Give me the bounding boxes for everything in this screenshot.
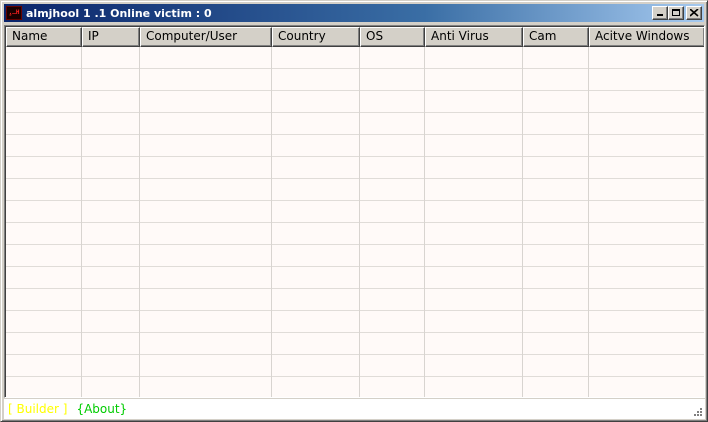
column-header-country[interactable]: Country bbox=[272, 27, 360, 47]
app-icon: ٍ.ـH bbox=[6, 6, 22, 20]
column-header-cam[interactable]: Cam bbox=[523, 27, 589, 47]
title-buttons bbox=[652, 6, 702, 20]
minimize-button[interactable] bbox=[652, 6, 668, 20]
grid-column-line bbox=[704, 47, 705, 397]
maximize-button[interactable] bbox=[668, 6, 684, 20]
resize-grip-icon[interactable] bbox=[691, 405, 703, 417]
grid-column-line bbox=[424, 47, 425, 397]
grid-column-line bbox=[588, 47, 589, 397]
grid-row-line bbox=[6, 68, 704, 69]
about-link[interactable]: {About} bbox=[76, 402, 127, 416]
builder-link[interactable]: [ Builder ] bbox=[8, 402, 67, 416]
column-header-computer-user[interactable]: Computer/User bbox=[140, 27, 272, 47]
main-window: ٍ.ـH almjhool 1 .1 Online victim : 0 Nam… bbox=[0, 0, 708, 422]
grid-row-line bbox=[6, 178, 704, 179]
close-button[interactable] bbox=[686, 6, 702, 20]
list-body[interactable] bbox=[6, 47, 704, 397]
grid-row-line bbox=[6, 244, 704, 245]
grid-row-line bbox=[6, 310, 704, 311]
victim-list[interactable]: Name IP Computer/User Country OS Anti Vi… bbox=[4, 25, 705, 398]
close-icon bbox=[690, 9, 699, 17]
grid-row-line bbox=[6, 354, 704, 355]
grid-row-line bbox=[6, 266, 704, 267]
column-header-os[interactable]: OS bbox=[360, 27, 425, 47]
grid-row-line bbox=[6, 156, 704, 157]
maximize-icon bbox=[672, 9, 680, 16]
grid-column-line bbox=[139, 47, 140, 397]
list-header: Name IP Computer/User Country OS Anti Vi… bbox=[6, 27, 704, 47]
grid-row-line bbox=[6, 288, 704, 289]
column-header-name[interactable]: Name bbox=[6, 27, 82, 47]
grid-column-line bbox=[522, 47, 523, 397]
grid-row-line bbox=[6, 134, 704, 135]
grid-row-line bbox=[6, 200, 704, 201]
column-header-ip[interactable]: IP bbox=[82, 27, 140, 47]
column-header-anti-virus[interactable]: Anti Virus bbox=[425, 27, 523, 47]
column-header-active-windows[interactable]: Acitve Windows bbox=[589, 27, 704, 47]
grid-column-line bbox=[81, 47, 82, 397]
grid-row-line bbox=[6, 332, 704, 333]
title-bar[interactable]: ٍ.ـH almjhool 1 .1 Online victim : 0 bbox=[4, 4, 704, 22]
minimize-icon bbox=[657, 14, 663, 16]
grid-row-line bbox=[6, 376, 704, 377]
grid-row-line bbox=[6, 222, 704, 223]
grid-row-line bbox=[6, 90, 704, 91]
window-title: almjhool 1 .1 Online victim : 0 bbox=[26, 6, 212, 20]
grid-row-line bbox=[6, 112, 704, 113]
grid-column-line bbox=[359, 47, 360, 397]
status-bar: [ Builder ] {About} bbox=[4, 399, 705, 419]
grid-column-line bbox=[271, 47, 272, 397]
